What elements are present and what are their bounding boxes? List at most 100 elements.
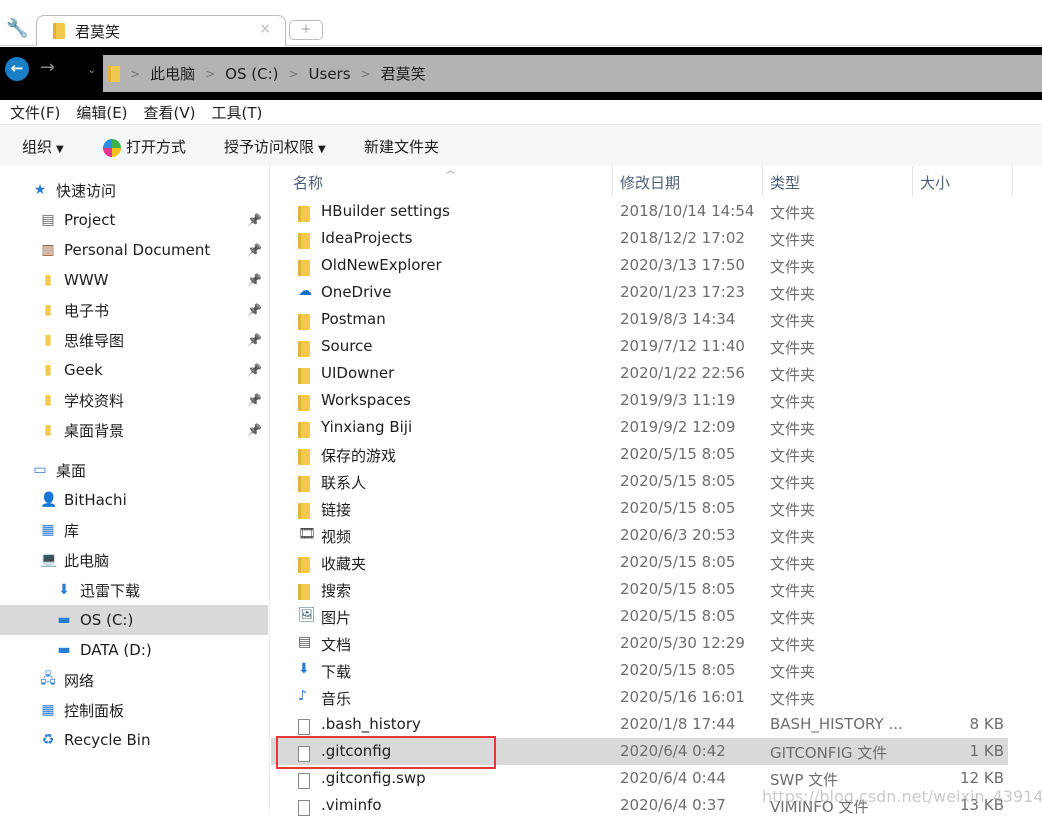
sidebar-item[interactable]: ▮ WWW 📌 bbox=[0, 265, 268, 295]
chevron-right-icon[interactable]: > bbox=[288, 67, 298, 81]
pin-icon[interactable]: 📌 bbox=[247, 213, 262, 227]
file-row[interactable]: ☁ OneDrive 2020/1/23 17:23 文件夹 bbox=[271, 279, 1008, 306]
file-type: 文件夹 bbox=[770, 636, 816, 654]
breadcrumb-item[interactable]: Users bbox=[309, 65, 351, 83]
pin-icon[interactable]: 📌 bbox=[247, 423, 262, 437]
sidebar-label: Recycle Bin bbox=[64, 731, 151, 749]
sidebar-tree-item[interactable]: ▬ OS (C:) bbox=[0, 605, 268, 635]
file-row[interactable]: ▤ 文档 2020/5/30 12:29 文件夹 bbox=[271, 630, 1008, 657]
pin-icon[interactable]: 📌 bbox=[247, 363, 262, 377]
file-row[interactable]: UIDowner 2020/1/22 22:56 文件夹 bbox=[271, 360, 1008, 387]
sidebar-item[interactable]: ▮ 电子书 📌 bbox=[0, 295, 268, 325]
column-type[interactable]: 类型 bbox=[770, 172, 800, 193]
file-row[interactable]: ♪ 音乐 2020/5/16 16:01 文件夹 bbox=[271, 684, 1008, 711]
file-type: 文件夹 bbox=[770, 663, 816, 681]
breadcrumb-item[interactable]: OS (C:) bbox=[225, 65, 278, 83]
pin-icon[interactable]: 📌 bbox=[247, 243, 262, 257]
sidebar-tree-item[interactable]: 💻 此电脑 bbox=[0, 545, 268, 575]
sidebar-item[interactable]: ▮ Geek 📌 bbox=[0, 355, 268, 385]
file-row[interactable]: IdeaProjects 2018/12/2 17:02 文件夹 bbox=[271, 225, 1008, 252]
folder-icon: ▮ bbox=[44, 392, 52, 408]
folder-icon: ▮ bbox=[44, 422, 52, 438]
file-type: 文件夹 bbox=[770, 312, 816, 330]
chevron-right-icon[interactable]: > bbox=[361, 67, 371, 81]
pin-icon[interactable]: 📌 bbox=[247, 333, 262, 347]
file-row[interactable]: 🎞 视频 2020/6/3 20:53 文件夹 bbox=[271, 522, 1008, 549]
onedrive-icon: ☁ bbox=[298, 283, 312, 299]
chevron-right-icon[interactable]: > bbox=[130, 67, 140, 81]
sidebar-item[interactable]: ▤ Project 📌 bbox=[0, 205, 268, 235]
tab-current[interactable]: 君莫笑 × bbox=[36, 15, 286, 46]
new-folder-button[interactable]: 新建文件夹 bbox=[364, 136, 439, 157]
sidebar-tree-item[interactable]: ▬ DATA (D:) bbox=[0, 635, 268, 665]
pin-icon[interactable]: 📌 bbox=[247, 303, 262, 317]
file-name: 音乐 bbox=[321, 690, 352, 708]
sidebar-item[interactable]: ▮ 桌面背景 📌 bbox=[0, 415, 268, 445]
menu-item[interactable]: 文件(F) bbox=[10, 102, 60, 123]
drive-icon: ▦ bbox=[41, 522, 55, 538]
sidebar-label: 网络 bbox=[64, 671, 95, 690]
breadcrumb[interactable]: > 此电脑 > OS (C:) > Users > 君莫笑 bbox=[103, 55, 1042, 92]
file-date: 2018/10/14 14:54 bbox=[620, 202, 755, 220]
pin-icon[interactable]: 📌 bbox=[247, 393, 262, 407]
sidebar-item[interactable]: ▮ 学校资料 📌 bbox=[0, 385, 268, 415]
file-row[interactable]: Postman 2019/8/3 14:34 文件夹 bbox=[271, 306, 1008, 333]
sidebar-tree-item[interactable]: 👤 BitHachi bbox=[0, 485, 268, 515]
file-type: 文件夹 bbox=[770, 204, 816, 222]
file-row[interactable]: Workspaces 2019/9/3 11:19 文件夹 bbox=[271, 387, 1008, 414]
sidebar-tree-item[interactable]: ♻ Recycle Bin bbox=[0, 725, 268, 755]
file-name: 联系人 bbox=[321, 474, 367, 492]
file-row[interactable]: ⬇ 下载 2020/5/15 8:05 文件夹 bbox=[271, 657, 1008, 684]
share-button[interactable]: 授予访问权限 ▼ bbox=[224, 136, 326, 157]
sidebar-item[interactable]: ▥ Personal Document 📌 bbox=[0, 235, 268, 265]
menu-item[interactable]: 工具(T) bbox=[212, 102, 263, 123]
sidebar-tree-item[interactable]: ▦ 库 bbox=[0, 515, 268, 545]
column-date[interactable]: 修改日期 bbox=[620, 172, 680, 193]
file-name: Yinxiang Biji bbox=[321, 418, 413, 436]
sidebar-label: BitHachi bbox=[64, 491, 127, 509]
file-row[interactable]: .bash_history 2020/1/8 17:44 BASH_HISTORY … bbox=[271, 711, 1008, 738]
file-row[interactable]: 联系人 2020/5/15 8:05 文件夹 bbox=[271, 468, 1008, 495]
sidebar-tree-item[interactable]: ▦ 控制面板 bbox=[0, 695, 268, 725]
drive-icon: 🖧 bbox=[40, 671, 56, 687]
pin-icon[interactable]: 📌 bbox=[247, 273, 262, 287]
menu-item[interactable]: 查看(V) bbox=[144, 102, 196, 123]
folder-icon: ▮ bbox=[44, 272, 52, 288]
sidebar-label: WWW bbox=[64, 271, 109, 289]
sidebar-label: 学校资料 bbox=[64, 391, 125, 410]
recent-dropdown-icon[interactable]: ⌄ bbox=[87, 63, 96, 76]
file-date: 2020/6/4 0:42 bbox=[620, 742, 726, 760]
column-name[interactable]: 名称 bbox=[293, 172, 323, 193]
column-size[interactable]: 大小 bbox=[920, 172, 950, 193]
file-row[interactable]: 搜索 2020/5/15 8:05 文件夹 bbox=[271, 576, 1008, 603]
organize-button[interactable]: 组织 ▼ bbox=[22, 136, 64, 157]
file-row[interactable]: Yinxiang Biji 2019/9/2 12:09 文件夹 bbox=[271, 414, 1008, 441]
file-row[interactable]: OldNewExplorer 2020/3/13 17:50 文件夹 bbox=[271, 252, 1008, 279]
sidebar-label: Geek bbox=[64, 361, 103, 379]
file-name: UIDowner bbox=[321, 364, 395, 382]
file-row[interactable]: HBuilder settings 2018/10/14 14:54 文件夹 bbox=[271, 198, 1008, 225]
breadcrumb-item[interactable]: 此电脑 bbox=[150, 63, 195, 84]
sidebar-quick-access[interactable]: ★ 快速访问 bbox=[0, 175, 268, 205]
open-with-button[interactable]: 打开方式 bbox=[103, 136, 186, 157]
new-tab-button[interactable]: + bbox=[289, 20, 323, 40]
file-date: 2020/5/15 8:05 bbox=[620, 499, 736, 517]
breadcrumb-item[interactable]: 君莫笑 bbox=[381, 63, 426, 84]
close-tab-icon[interactable]: × bbox=[259, 21, 271, 37]
forward-button[interactable]: → bbox=[40, 57, 55, 78]
sidebar-tree-item[interactable]: ▭ 桌面 bbox=[0, 455, 268, 485]
back-button[interactable]: ← bbox=[5, 57, 29, 81]
chevron-right-icon[interactable]: > bbox=[205, 67, 215, 81]
file-row[interactable]: 保存的游戏 2020/5/15 8:05 文件夹 bbox=[271, 441, 1008, 468]
file-row[interactable]: 🖼 图片 2020/5/15 8:05 文件夹 bbox=[271, 603, 1008, 630]
file-row[interactable]: Source 2019/7/12 11:40 文件夹 bbox=[271, 333, 1008, 360]
file-row[interactable]: 链接 2020/5/15 8:05 文件夹 bbox=[271, 495, 1008, 522]
sidebar-item[interactable]: ▮ 思维导图 📌 bbox=[0, 325, 268, 355]
file-row[interactable]: 收藏夹 2020/5/15 8:05 文件夹 bbox=[271, 549, 1008, 576]
sidebar-label: 快速访问 bbox=[56, 181, 117, 200]
file-date: 2020/1/22 22:56 bbox=[620, 364, 745, 382]
sidebar-tree-item[interactable]: ⬇ 迅雷下载 bbox=[0, 575, 268, 605]
wrench-icon[interactable]: 🔧 bbox=[6, 18, 28, 39]
menu-item[interactable]: 编辑(E) bbox=[76, 102, 127, 123]
sidebar-tree-item[interactable]: 🖧 网络 bbox=[0, 665, 268, 695]
